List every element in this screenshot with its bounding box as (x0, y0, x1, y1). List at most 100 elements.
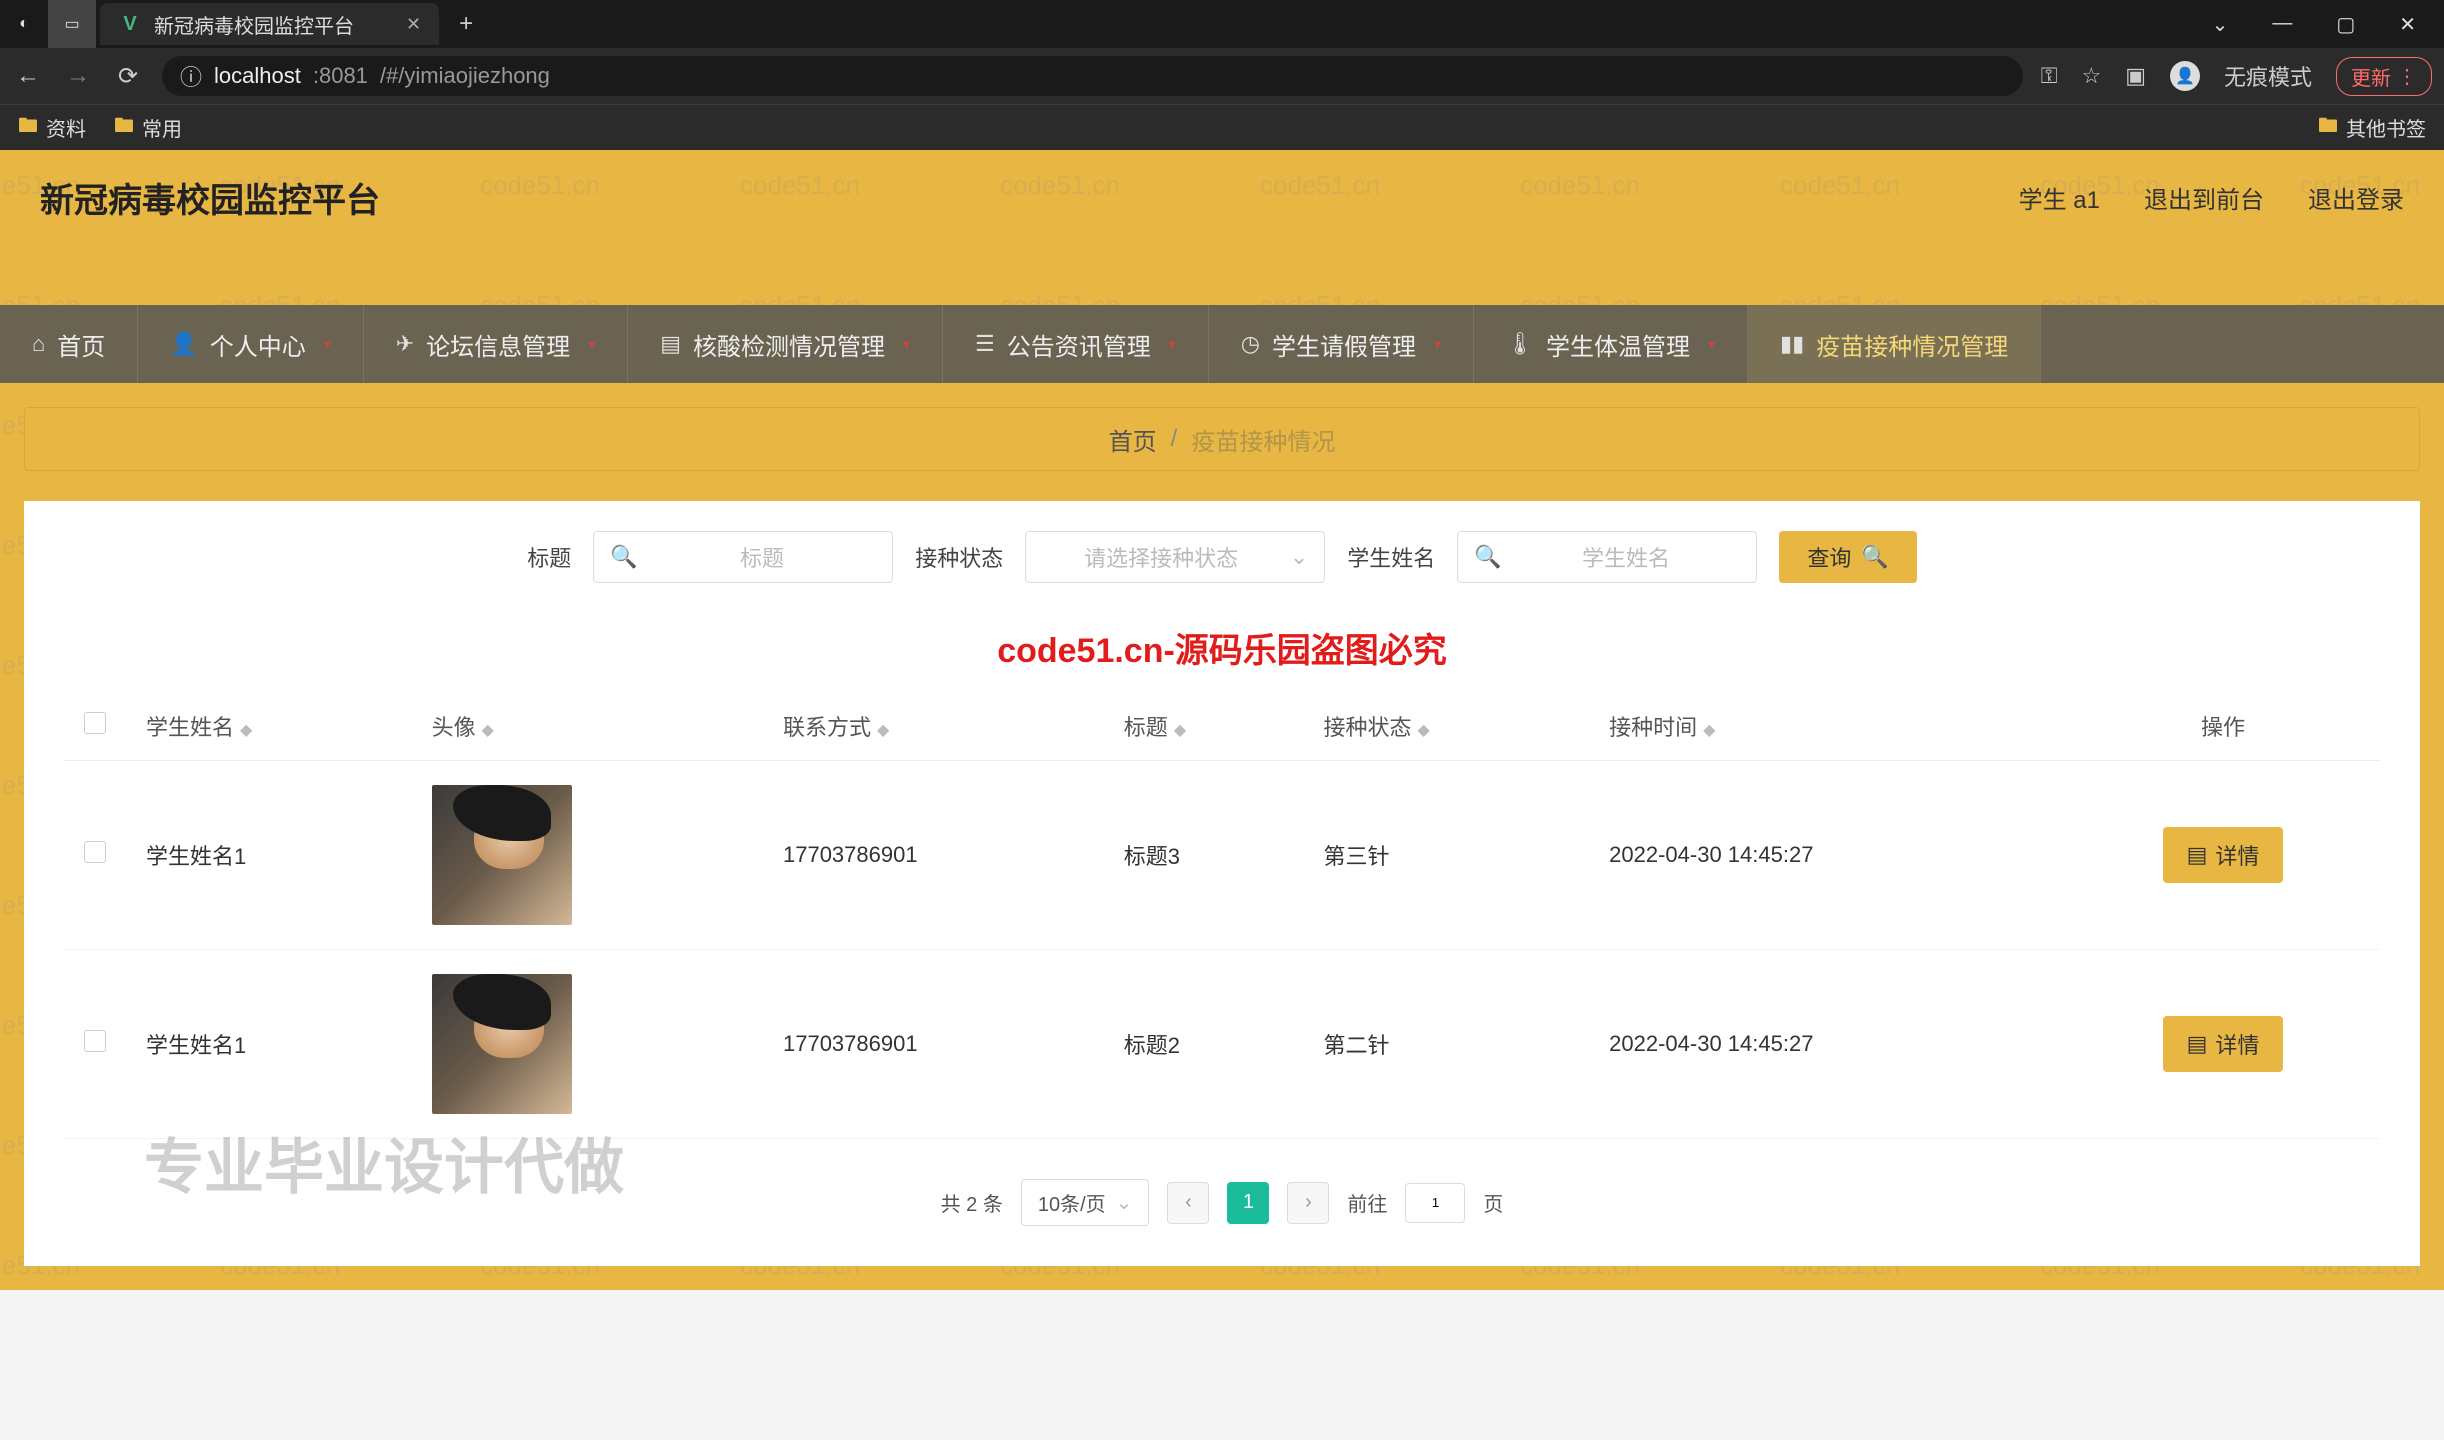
thermo-icon: 🌡 (1506, 331, 1534, 357)
goto-page-input[interactable] (1405, 1183, 1465, 1223)
key-icon[interactable]: ⚿ (2041, 63, 2058, 89)
tab-title: 新冠病毒校园监控平台 (154, 10, 354, 39)
app-root: code51.cncode51.cncode51.cncode51.cncode… (0, 150, 2444, 1290)
goto-label: 前往 (1347, 1188, 1387, 1217)
content-area: 标题 🔍 标题 接种状态 请选择接种状态 ⌄ 学生姓名 🔍 学生姓名 查询 � (24, 501, 2420, 1266)
nav-temperature[interactable]: 🌡 学生体温管理 ▾ (1474, 305, 1748, 383)
avatar (432, 974, 572, 1114)
nav-vaccine[interactable]: ▮▮ 疫苗接种情况管理 (1748, 305, 2041, 383)
url-port: :8081 (313, 63, 368, 89)
cell-phone: 17703786901 (763, 950, 1104, 1139)
new-tab-button[interactable]: + (459, 10, 473, 38)
data-table: 学生姓名◆ 头像◆ 联系方式◆ 标题◆ 接种状态◆ 接种时间◆ 操作 学生姓名1… (64, 692, 2380, 1139)
tab-strip: ◐ ▭ V 新冠病毒校园监控平台 ✕ + ⌄ — ▢ ✕ (0, 0, 2444, 48)
doc-icon: ▤ (660, 331, 681, 357)
row-checkbox[interactable] (84, 841, 106, 863)
panel-icon[interactable]: ▣ (2125, 63, 2146, 89)
page-size-select[interactable]: 10条/页 ⌄ (1021, 1179, 1150, 1226)
cell-avatar (412, 950, 763, 1139)
search-title-input[interactable]: 🔍 标题 (593, 531, 893, 583)
detail-button[interactable]: ▤ 详情 (2163, 827, 2284, 883)
system-tab-2[interactable]: ▭ (48, 0, 96, 48)
search-name-input[interactable]: 🔍 学生姓名 (1457, 531, 1757, 583)
send-icon: ✈ (396, 331, 414, 357)
nav-personal[interactable]: 👤 个人中心 ▾ (138, 305, 363, 383)
sort-icon: ◆ (1703, 722, 1715, 739)
sort-icon: ◆ (240, 722, 252, 739)
bookmark-label: 常用 (142, 113, 182, 142)
cell-time: 2022-04-30 14:45:27 (1589, 761, 2066, 950)
minimize-icon[interactable]: — (2272, 12, 2292, 37)
search-icon: 🔍 (1861, 544, 1888, 570)
close-tab-icon[interactable]: ✕ (406, 14, 421, 35)
nav-leave[interactable]: ◷ 学生请假管理 ▾ (1209, 305, 1474, 383)
maximize-icon[interactable]: ▢ (2336, 12, 2355, 37)
folder-icon: 🖿 (114, 111, 134, 145)
chevron-down-icon: ▾ (1434, 336, 1441, 353)
page-number-current[interactable]: 1 (1227, 1182, 1269, 1224)
system-tab-1[interactable]: ◐ (0, 0, 48, 48)
col-action: 操作 (2066, 692, 2380, 761)
search-status-select[interactable]: 请选择接种状态 ⌄ (1025, 531, 1325, 583)
query-button[interactable]: 查询 🔍 (1779, 531, 1916, 583)
pagination: 共 2 条 10条/页 ⌄ ‹ 1 › 前往 页 (64, 1179, 2380, 1226)
row-checkbox[interactable] (84, 1030, 106, 1052)
header-user: 学生 a1 (2019, 180, 2100, 215)
cell-action: ▤ 详情 (2066, 950, 2380, 1139)
search-title-label: 标题 (527, 541, 571, 573)
user-icon: 👤 (170, 331, 197, 357)
prev-page-button[interactable]: ‹ (1167, 1182, 1209, 1224)
back-button[interactable]: ← (12, 62, 44, 90)
info-icon: ⓘ (180, 60, 202, 92)
select-all-checkbox[interactable] (84, 712, 106, 734)
col-avatar[interactable]: 头像◆ (412, 692, 763, 761)
nav-home[interactable]: ⌂ 首页 (0, 305, 138, 383)
col-phone[interactable]: 联系方式◆ (763, 692, 1104, 761)
other-bookmarks[interactable]: 🖿 其他书签 (2318, 111, 2426, 145)
chevron-down-icon: ▾ (1708, 336, 1715, 353)
chevron-down-icon[interactable]: ⌄ (2212, 12, 2229, 37)
detail-button[interactable]: ▤ 详情 (2163, 1016, 2284, 1072)
home-icon: ⌂ (32, 331, 45, 357)
close-window-icon[interactable]: ✕ (2399, 12, 2416, 37)
cell-action: ▤ 详情 (2066, 761, 2380, 950)
bookmarks-bar: 🖿 资料 🖿 常用 🖿 其他书签 (0, 104, 2444, 150)
cell-name: 学生姓名1 (126, 761, 412, 950)
folder-icon: 🖿 (18, 111, 38, 145)
incognito-icon: 👤 (2170, 61, 2200, 91)
update-button[interactable]: 更新⋮ (2336, 57, 2432, 96)
col-title[interactable]: 标题◆ (1104, 692, 1304, 761)
url-input[interactable]: ⓘ localhost:8081/#/yimiaojiezhong (162, 56, 2023, 96)
nav-forum[interactable]: ✈ 论坛信息管理 ▾ (364, 305, 628, 383)
nav-announce[interactable]: ☰ 公告资讯管理 ▾ (943, 305, 1209, 383)
clock-icon: ◷ (1241, 331, 1260, 357)
chevron-down-icon: ▾ (588, 336, 595, 353)
reload-button[interactable]: ⟳ (112, 62, 144, 91)
logout-link[interactable]: 退出登录 (2308, 180, 2404, 215)
browser-tab[interactable]: V 新冠病毒校园监控平台 ✕ (100, 3, 439, 45)
chevron-down-icon: ▾ (1169, 336, 1176, 353)
page-suffix: 页 (1483, 1188, 1503, 1217)
url-path: /#/yimiaojiezhong (380, 63, 550, 89)
col-time[interactable]: 接种时间◆ (1589, 692, 2066, 761)
browser-chrome: ◐ ▭ V 新冠病毒校园监控平台 ✕ + ⌄ — ▢ ✕ ← → ⟳ ⓘ loc… (0, 0, 2444, 150)
nav-nucleic[interactable]: ▤ 核酸检测情况管理 ▾ (628, 305, 943, 383)
forward-button[interactable]: → (62, 62, 94, 90)
search-icon: 🔍 (1474, 544, 1501, 570)
breadcrumb-home[interactable]: 首页 (1109, 422, 1157, 457)
bookmark-folder-1[interactable]: 🖿 资料 (18, 111, 86, 145)
bookmark-label: 资料 (46, 113, 86, 142)
pagination-total: 共 2 条 (941, 1188, 1003, 1217)
col-status[interactable]: 接种状态◆ (1304, 692, 1590, 761)
cell-status: 第二针 (1304, 950, 1590, 1139)
next-page-button[interactable]: › (1287, 1182, 1329, 1224)
search-name-label: 学生姓名 (1347, 541, 1435, 573)
star-icon[interactable]: ☆ (2081, 63, 2101, 89)
exit-front-link[interactable]: 退出到前台 (2144, 180, 2264, 215)
col-name[interactable]: 学生姓名◆ (126, 692, 412, 761)
bookmark-folder-2[interactable]: 🖿 常用 (114, 111, 182, 145)
chevron-down-icon: ▾ (903, 336, 910, 353)
page-body: 首页 / 疫苗接种情况 标题 🔍 标题 接种状态 请选择接种状态 ⌄ 学生姓名 … (0, 383, 2444, 1290)
app-header: 新冠病毒校园监控平台 学生 a1 退出到前台 退出登录 (0, 150, 2444, 244)
breadcrumb: 首页 / 疫苗接种情况 (24, 407, 2420, 471)
